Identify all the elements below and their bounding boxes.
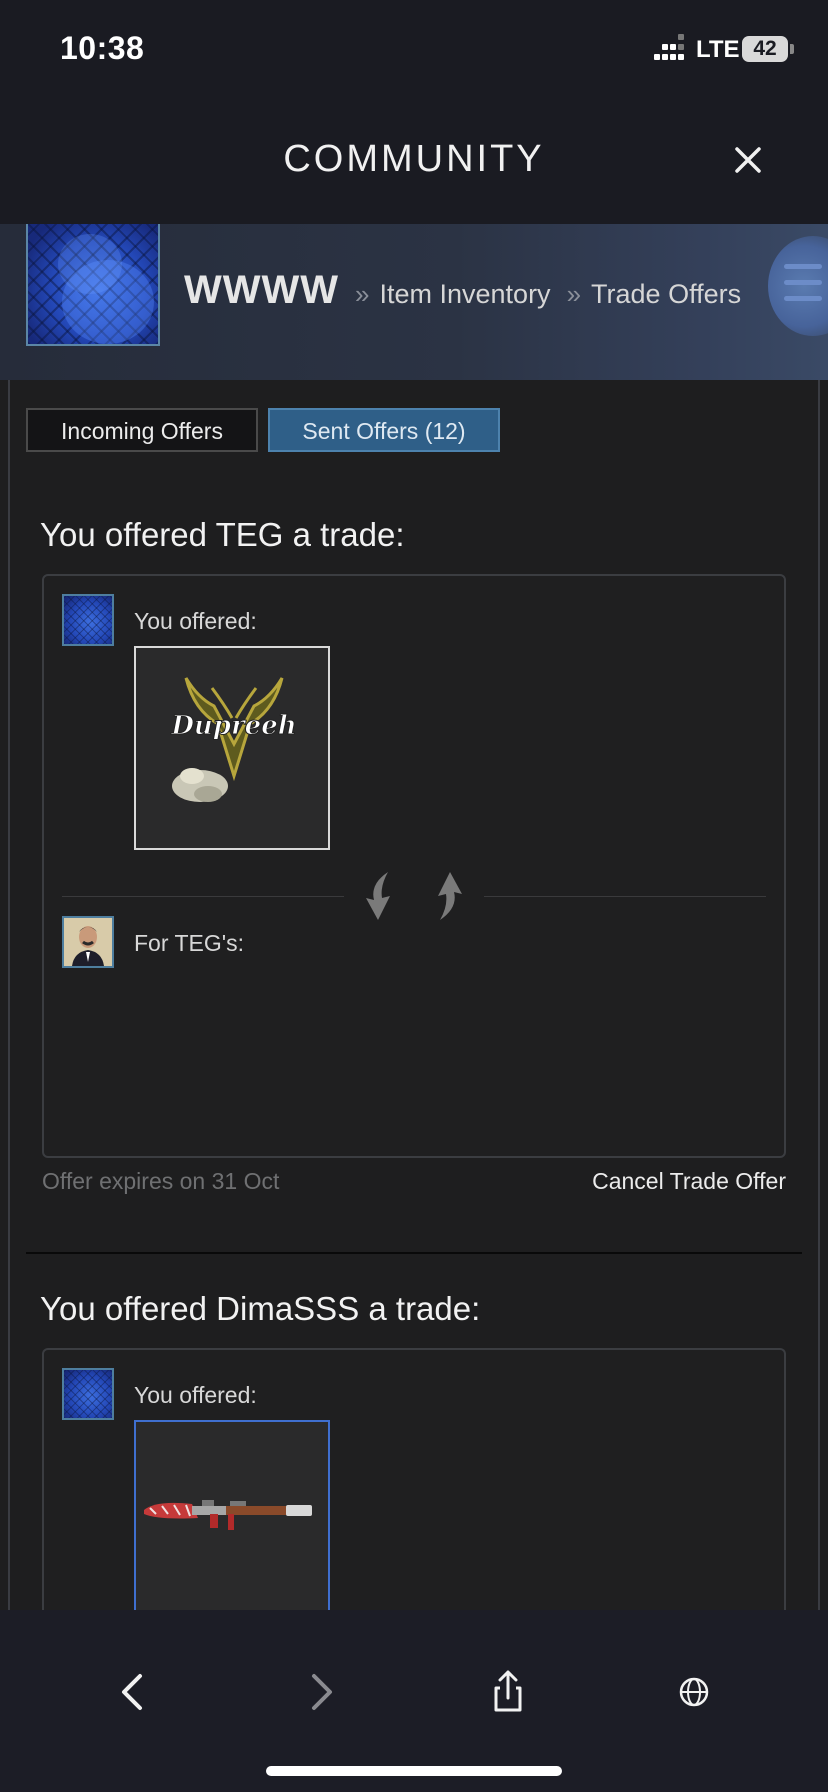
profile-username[interactable]: WWWW (184, 268, 339, 313)
trade-offer-box: You offered: Dupreeh For TEG's: (42, 574, 786, 1158)
status-bar: 10:38 LTE 42 (0, 0, 828, 100)
chevron-right-icon (312, 1674, 332, 1710)
globe-button[interactable] (664, 1662, 724, 1722)
trade-offer-box: You offered: (42, 1348, 786, 1610)
home-indicator[interactable] (266, 1766, 562, 1776)
offer-separator (26, 1252, 802, 1254)
you-offered-label: You offered: (134, 1382, 257, 1408)
partner-avatar[interactable] (62, 916, 114, 968)
page-title: COMMUNITY (283, 138, 545, 180)
breadcrumb-separator: » (566, 279, 582, 309)
share-button[interactable] (478, 1662, 538, 1722)
sticker-item-icon: Dupreeh (170, 677, 297, 802)
network-type: LTE (696, 36, 740, 63)
page-header: COMMUNITY (0, 100, 828, 224)
back-button[interactable] (104, 1662, 164, 1722)
share-icon (494, 1670, 522, 1712)
hamburger-menu-icon (784, 264, 822, 269)
offer-heading: You offered TEG a trade: (40, 516, 405, 553)
you-offered-label: You offered: (134, 608, 257, 634)
tab-sent-offers[interactable]: Sent Offers (12) (268, 408, 500, 452)
close-icon (735, 147, 761, 173)
my-avatar[interactable] (62, 1368, 114, 1420)
breadcrumb-item-inventory[interactable]: Item Inventory (379, 279, 550, 310)
offer-heading: You offered DimaSSS a trade: (40, 1290, 481, 1327)
forward-button[interactable] (290, 1662, 350, 1722)
profile-bar: WWWW » Item Inventory » Trade Offers (0, 224, 828, 380)
globe-icon (679, 1677, 709, 1707)
rocket-launcher-item-icon (144, 1500, 312, 1530)
trade-arrows-icon (344, 866, 484, 926)
hamburger-menu-button[interactable] (768, 236, 828, 336)
my-avatar[interactable] (62, 594, 114, 646)
breadcrumb: WWWW » Item Inventory » Trade Offers (184, 268, 741, 313)
offer-expiry: Offer expires on 31 Oct (42, 1168, 280, 1194)
battery-icon (790, 44, 794, 54)
profile-avatar[interactable] (26, 224, 160, 346)
sticker-signature: Dupreeh (170, 711, 296, 741)
browser-toolbar (0, 1610, 828, 1792)
breadcrumb-separator: » (355, 279, 370, 309)
battery-level: 42 (742, 36, 788, 62)
cellular-signal-icon (654, 34, 684, 64)
cancel-trade-offer-link[interactable]: Cancel Trade Offer (592, 1168, 786, 1195)
tab-incoming-offers[interactable]: Incoming Offers (26, 408, 258, 452)
close-button[interactable] (728, 140, 768, 180)
offered-item-tile[interactable]: Dupreeh (134, 646, 330, 850)
status-time: 10:38 (60, 30, 145, 66)
trade-offers-content: Incoming Offers Sent Offers (12) You off… (0, 380, 828, 1610)
chevron-left-icon (122, 1674, 142, 1710)
offered-item-tile[interactable] (134, 1420, 330, 1610)
breadcrumb-trade-offers[interactable]: Trade Offers (591, 279, 741, 310)
for-partner-label: For TEG's: (134, 930, 245, 956)
